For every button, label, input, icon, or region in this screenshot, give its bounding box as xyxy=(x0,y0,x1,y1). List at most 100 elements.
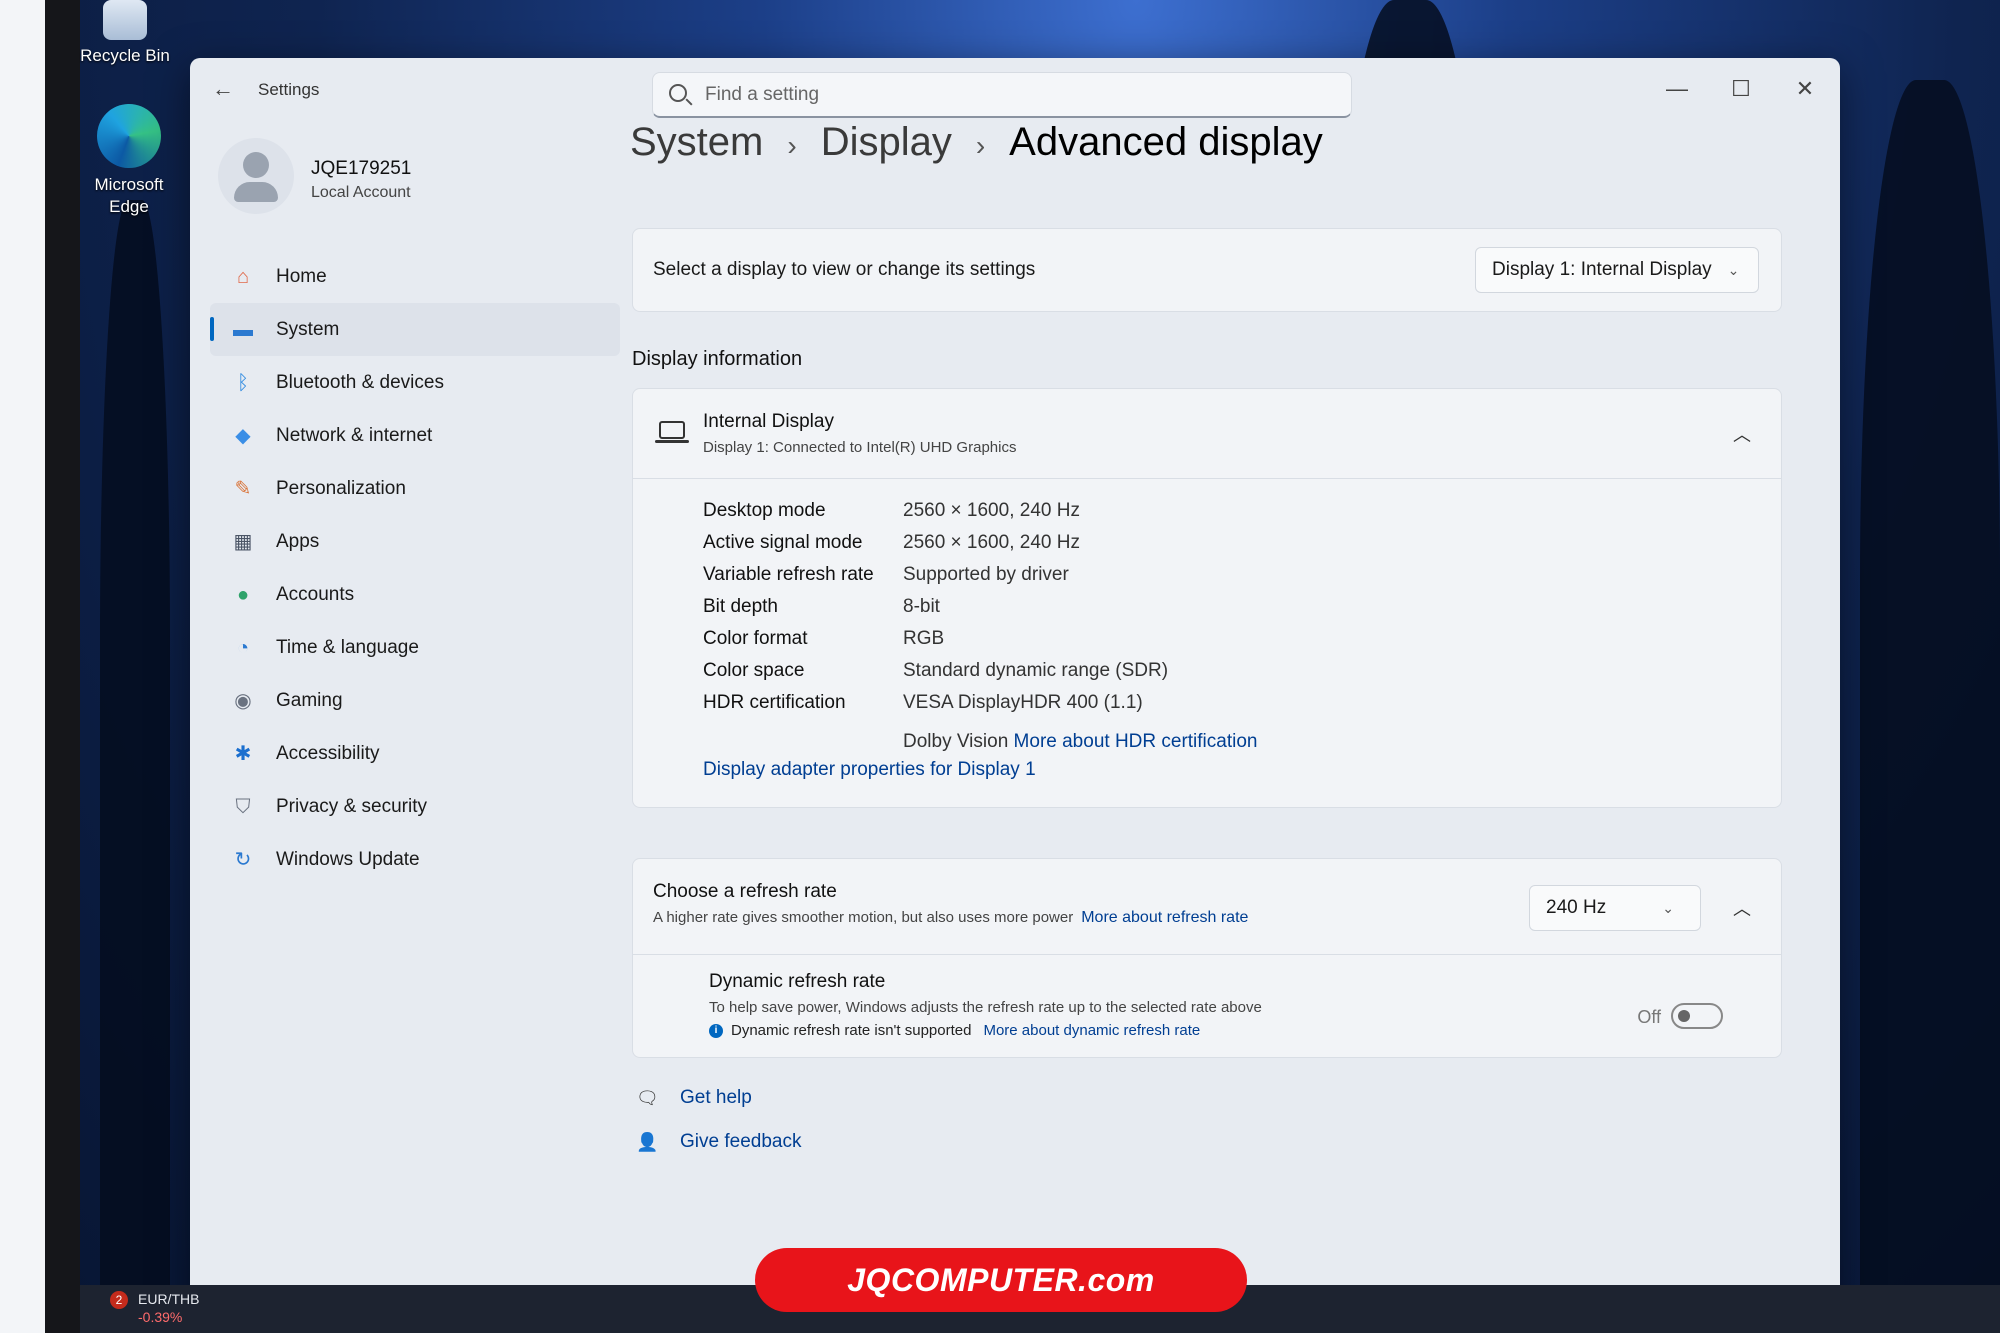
chevron-up-icon[interactable]: ︿ xyxy=(1733,421,1751,447)
sidebar-item-label: Accounts xyxy=(276,583,355,605)
title-bar: ← Settings — ☐ ✕ xyxy=(190,58,1840,118)
search-input[interactable] xyxy=(705,81,1305,109)
hdr-extra: Dolby Vision More about HDR certificatio… xyxy=(903,731,1257,753)
refresh-rate-dropdown[interactable]: 240 Hz ⌄ xyxy=(1529,885,1701,931)
feedback-item[interactable]: 👤 Give feedback xyxy=(636,1120,801,1164)
sidebar-item-accounts[interactable]: ● Accounts xyxy=(210,568,620,621)
refresh-rate-link[interactable]: More about refresh rate xyxy=(1081,909,1248,926)
dynamic-refresh-desc: To help save power, Windows adjusts the … xyxy=(709,999,1262,1016)
system-icon: ▬ xyxy=(233,318,253,341)
sidebar-item-apps[interactable]: ▦ Apps xyxy=(210,515,620,568)
info-row: Bit depth 8-bit xyxy=(703,591,1168,623)
sidebar-item-label: System xyxy=(276,318,340,340)
info-key: Color format xyxy=(703,628,808,649)
info-row: Desktop mode 2560 × 1600, 240 Hz xyxy=(703,495,1168,527)
help-links: 🗨 Get help 👤 Give feedback xyxy=(636,1076,801,1164)
watermark-banner: JQCOMPUTER.com xyxy=(755,1248,1247,1312)
info-row: Active signal mode 2560 × 1600, 240 Hz xyxy=(703,527,1168,559)
display-dropdown-value: Display 1: Internal Display xyxy=(1492,259,1712,280)
app-title: Settings xyxy=(258,80,320,99)
edge-label: Microsoft Edge xyxy=(94,175,164,216)
edge-icon xyxy=(97,104,161,168)
info-key: Bit depth xyxy=(703,596,778,617)
display-info-header[interactable]: Internal Display Display 1: Connected to… xyxy=(633,389,1781,479)
sidebar-item-windows-update[interactable]: ↻ Windows Update xyxy=(210,833,620,886)
currency-widget[interactable]: 2 EUR/THB -0.39% xyxy=(110,1291,199,1325)
sidebar-item-label: Windows Update xyxy=(276,848,420,870)
dynamic-refresh-section: Dynamic refresh rate To help save power,… xyxy=(709,971,1262,1039)
home-icon: ⌂ xyxy=(236,265,250,288)
display-dropdown[interactable]: Display 1: Internal Display ⌄ xyxy=(1475,247,1759,293)
search-box[interactable] xyxy=(652,72,1352,118)
refresh-rate-value: 240 Hz xyxy=(1546,897,1607,918)
minimize-button[interactable]: — xyxy=(1650,72,1704,106)
select-display-card: Select a display to view or change its s… xyxy=(632,228,1782,312)
sidebar-item-home[interactable]: ⌂ Home xyxy=(210,250,620,303)
adapter-properties-link[interactable]: Display adapter properties for Display 1 xyxy=(703,759,1036,781)
display-subtitle: Display 1: Connected to Intel(R) UHD Gra… xyxy=(703,439,1017,456)
sidebar-item-label: Bluetooth & devices xyxy=(276,371,444,393)
info-key: Active signal mode xyxy=(703,532,863,553)
sidebar-item-network-internet[interactable]: ◆ Network & internet xyxy=(210,409,620,462)
info-key: Color space xyxy=(703,660,805,681)
photo-edge xyxy=(0,0,45,1333)
breadcrumb-system[interactable]: System xyxy=(630,120,763,164)
search-icon xyxy=(669,84,687,102)
sidebar-nav: ⌂ Home ▬ System ᛒ Bluetooth & devices ◆ Network… xyxy=(210,250,620,886)
chevron-right-icon: › xyxy=(787,130,797,161)
info-key: Variable refresh rate xyxy=(703,564,874,585)
info-row: Variable refresh rate Supported by driver xyxy=(703,559,1168,591)
feedback-link[interactable]: Give feedback xyxy=(680,1131,801,1153)
dynamic-refresh-link[interactable]: More about dynamic refresh rate xyxy=(983,1022,1200,1039)
info-key: Desktop mode xyxy=(703,500,826,521)
refresh-rate-title: Choose a refresh rate xyxy=(653,881,837,902)
user-name: JQE179251 xyxy=(311,158,412,179)
info-value: Supported by driver xyxy=(903,564,1069,585)
edge-shortcut[interactable]: Microsoft Edge xyxy=(74,104,184,218)
info-value: Standard dynamic range (SDR) xyxy=(903,660,1169,681)
section-heading: Display information xyxy=(632,348,803,370)
update-icon: ↻ xyxy=(234,848,252,871)
breadcrumb-display[interactable]: Display xyxy=(821,120,952,164)
recycle-bin-shortcut[interactable]: Recycle Bin xyxy=(70,0,180,66)
feedback-icon: 👤 xyxy=(636,1131,659,1152)
dynamic-refresh-toggle[interactable] xyxy=(1671,1003,1723,1029)
dolby-vision-text: Dolby Vision xyxy=(903,731,1009,752)
sidebar-item-personalization[interactable]: ✎ Personalization xyxy=(210,462,620,515)
refresh-rate-desc: A higher rate gives smoother motion, but… xyxy=(653,909,1248,927)
sidebar-item-label: Accessibility xyxy=(276,742,380,764)
chevron-down-icon: ⌄ xyxy=(1662,900,1674,916)
dynamic-refresh-title: Dynamic refresh rate xyxy=(709,971,886,992)
chevron-up-icon[interactable]: ︿ xyxy=(1733,895,1751,921)
sidebar-item-bluetooth-devices[interactable]: ᛒ Bluetooth & devices xyxy=(210,356,620,409)
info-value: 8-bit xyxy=(903,596,940,617)
info-row: Color format RGB xyxy=(703,623,1168,655)
accounts-icon: ● xyxy=(236,583,250,606)
back-button[interactable]: ← xyxy=(212,76,234,102)
sidebar-item-label: Privacy & security xyxy=(276,795,427,817)
sidebar-item-time-language[interactable]: ◔ Time & language xyxy=(210,621,620,674)
info-value: 2560 × 1600, 240 Hz xyxy=(903,532,1080,553)
user-profile[interactable]: JQE179251 Local Account xyxy=(218,138,618,228)
close-button[interactable]: ✕ xyxy=(1778,72,1832,106)
chevron-right-icon: › xyxy=(975,130,986,161)
info-key: HDR certification xyxy=(703,692,846,713)
laptop-icon xyxy=(655,421,689,443)
display-info-rows: Desktop mode 2560 × 1600, 240 Hz Active si… xyxy=(703,495,1168,719)
dynamic-refresh-state: Off xyxy=(1637,1007,1661,1027)
hdr-cert-link[interactable]: More about HDR certification xyxy=(1014,731,1258,752)
sidebar-item-label: Apps xyxy=(276,530,320,552)
settings-window: ← Settings — ☐ ✕ JQE179251 Local Account… xyxy=(190,58,1840,1318)
get-help-item[interactable]: 🗨 Get help xyxy=(636,1076,801,1120)
sidebar-item-accessibility[interactable]: ✱ Accessibility xyxy=(210,727,620,780)
sidebar-item-gaming[interactable]: ◉ Gaming xyxy=(210,674,620,727)
get-help-link[interactable]: Get help xyxy=(680,1087,752,1109)
sidebar-item-system[interactable]: ▬ System xyxy=(210,303,620,356)
maximize-button[interactable]: ☐ xyxy=(1714,72,1768,106)
sidebar-item-label: Gaming xyxy=(276,689,343,711)
help-icon: 🗨 xyxy=(636,1087,659,1108)
select-display-label: Select a display to view or change its s… xyxy=(653,259,1036,280)
currency-change: -0.39% xyxy=(138,1309,183,1325)
sidebar-item-privacy-security[interactable]: ⛉ Privacy & security xyxy=(210,780,620,833)
currency-pair: EUR/THB xyxy=(138,1291,200,1307)
